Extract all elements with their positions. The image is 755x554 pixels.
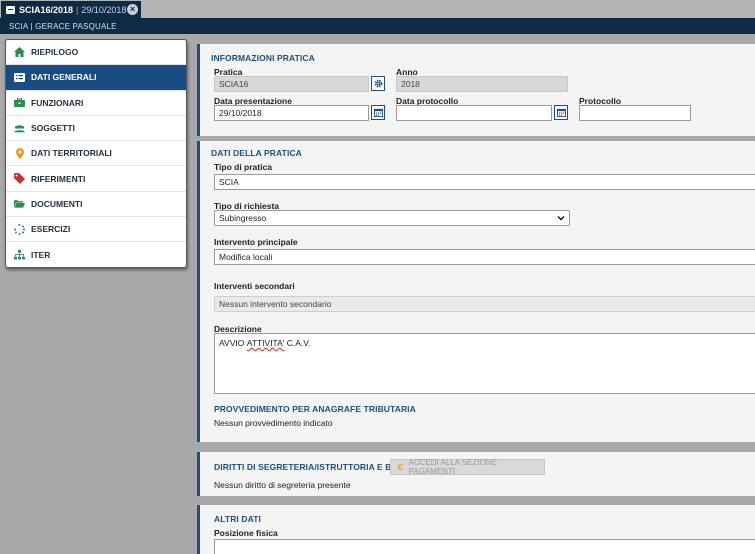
tipo-richiesta-value: Subingresso: [219, 213, 267, 223]
users-icon: [14, 123, 25, 134]
tipo-richiesta-select[interactable]: Subingresso: [214, 210, 570, 226]
map-marker-icon: [14, 147, 25, 159]
panel-altri-dati: ALTRI DATI Posizione fisica: [197, 505, 755, 554]
panel-diritti-segreteria: DIRITTI DI SEGRETERIA/ISTRUTTORIA E BOLL…: [197, 452, 755, 496]
tab-separator: |: [76, 4, 79, 15]
calendar-button[interactable]: [554, 105, 568, 120]
folder-open-icon: [14, 198, 25, 209]
sidebar-item-label: FUNZIONARI: [31, 97, 84, 108]
context-bar: SCIA | GERACE PASQUALE: [0, 18, 755, 34]
sidebar-item-soggetti[interactable]: SOGGETTI: [6, 116, 186, 142]
sidebar-item-riferimenti[interactable]: RIFERIMENTI: [6, 166, 186, 192]
gear-button[interactable]: [371, 76, 385, 91]
interventi-secondari-label: Interventi secondari: [214, 281, 295, 291]
sidebar-item-documenti[interactable]: DOCUMENTI: [6, 192, 186, 218]
chevron-down-icon: [557, 216, 565, 221]
close-icon[interactable]: ×: [127, 4, 138, 15]
euro-icon: [397, 463, 404, 471]
descrizione-word: ATTIVITA': [246, 338, 285, 348]
descrizione-textarea[interactable]: AVVIO ATTIVITA' C.A.V.: [214, 333, 755, 394]
posizione-fisica-input[interactable]: [214, 539, 755, 554]
sidebar-item-riepilogo[interactable]: RIEPILOGO: [6, 40, 186, 66]
descrizione-word: AVVIO: [219, 338, 245, 348]
anno-field: 2018: [396, 76, 568, 92]
list-icon: [14, 72, 25, 83]
data-protocollo-input[interactable]: [396, 105, 552, 121]
tab-pratica[interactable]: SCIA16/2018 | 29/10/2018 ×: [1, 1, 141, 18]
sidebar-item-label: RIFERIMENTI: [31, 173, 86, 184]
sidebar-item-esercizi[interactable]: ESERCIZI: [6, 217, 186, 243]
document-icon: [6, 5, 15, 14]
section-title: ALTRI DATI: [214, 514, 261, 524]
sidebar-item-funzionari[interactable]: FUNZIONARI: [6, 91, 186, 116]
calendar-button[interactable]: [371, 105, 385, 120]
data-presentazione-input[interactable]: 29/10/2018: [214, 105, 369, 121]
sidebar-item-label: RIEPILOGO: [31, 47, 79, 58]
sidebar-item-iter[interactable]: ITER: [6, 242, 186, 267]
tab-title: SCIA16/2018: [19, 4, 74, 15]
calendar-icon: [556, 108, 566, 117]
panel-dati-pratica: DATI DELLA PRATICA Tipo di pratica SCIA …: [197, 141, 755, 442]
sidebar: RIEPILOGO DATI GENERALI FUNZIONARI SOGGE…: [5, 39, 187, 268]
sidebar-item-label: ESERCIZI: [31, 224, 71, 235]
calendar-icon: [373, 108, 383, 117]
tipo-pratica-label: Tipo di pratica: [214, 162, 272, 172]
provvedimento-text: Nessun provvedimento indicato: [214, 418, 333, 428]
provvedimento-title: PROVVEDIMENTO PER ANAGRAFE TRIBUTARIA: [214, 404, 416, 414]
posizione-fisica-label: Posizione fisica: [214, 528, 278, 538]
section-title: DATI DELLA PRATICA: [211, 148, 302, 158]
tab-date: 29/10/2018: [81, 4, 127, 15]
tipo-pratica-field: SCIA: [214, 174, 755, 190]
sidebar-item-label: ITER: [31, 250, 51, 261]
panel-informazioni-pratica: INFORMAZIONI PRATICA Pratica SCIA16 Anno…: [197, 44, 755, 136]
briefcase-icon: [14, 97, 25, 108]
spinner-icon: [14, 223, 25, 235]
pratica-field: SCIA16: [214, 76, 369, 92]
home-icon: [14, 47, 25, 58]
diritti-text: Nessun diritto di segreteria presente: [214, 480, 351, 490]
sidebar-item-label: DATI TERRITORIALI: [31, 148, 112, 159]
sidebar-item-label: DATI GENERALI: [31, 72, 97, 83]
accedi-pagamenti-label: ACCEDI ALLA SEZIONE PAGAMENTI: [408, 458, 498, 476]
accedi-pagamenti-button[interactable]: ACCEDI ALLA SEZIONE PAGAMENTI: [390, 458, 545, 476]
interventi-secondari-field: Nessun intervento secondario: [214, 296, 755, 312]
tab-bar: SCIA16/2018 | 29/10/2018 ×: [0, 0, 755, 18]
descrizione-word: C.A.V.: [286, 338, 311, 348]
context-text: SCIA | GERACE PASQUALE: [9, 21, 117, 31]
section-title: INFORMAZIONI PRATICA: [211, 53, 315, 63]
intervento-principale-label: Intervento principale: [214, 237, 298, 247]
protocollo-input[interactable]: [579, 105, 691, 121]
section-title: DIRITTI DI SEGRETERIA/ISTRUTTORIA E BOLL…: [214, 462, 412, 472]
tag-icon: [14, 173, 25, 185]
intervento-principale-field: Modifica locali: [214, 249, 755, 265]
sidebar-item-label: SOGGETTI: [31, 123, 75, 134]
gear-icon: [374, 79, 382, 88]
sidebar-item-dati-generali[interactable]: DATI GENERALI: [6, 65, 186, 91]
sitemap-icon: [14, 250, 25, 261]
sidebar-item-dati-territoriali[interactable]: DATI TERRITORIALI: [6, 141, 186, 167]
sidebar-item-label: DOCUMENTI: [31, 198, 83, 209]
